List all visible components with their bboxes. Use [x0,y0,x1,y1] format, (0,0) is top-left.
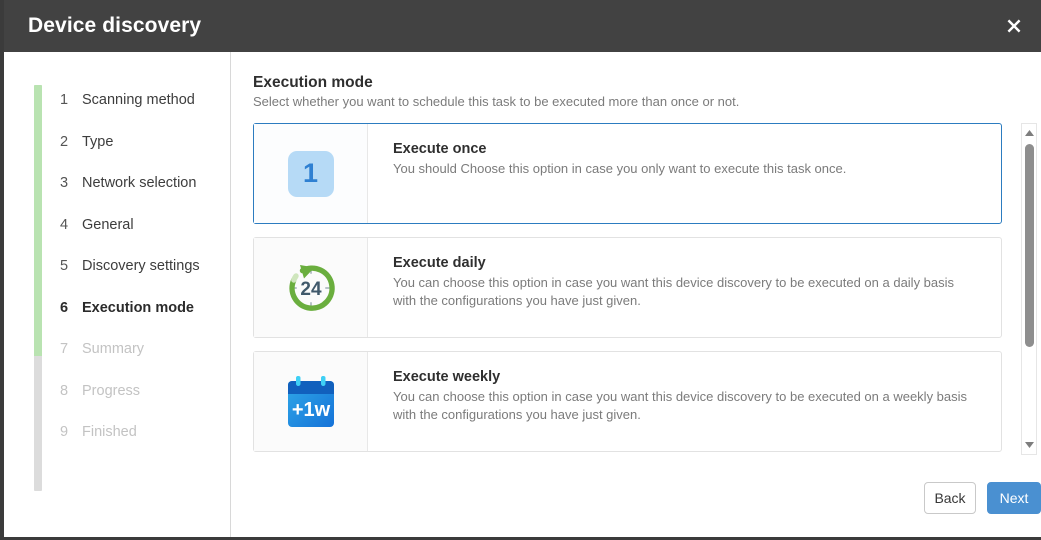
step-label: Finished [82,424,137,440]
sidebar-step-general[interactable]: 4 General [60,217,230,259]
wizard-sidebar: 1 Scanning method 2 Type 3 Network selec… [4,52,231,537]
step-number: 8 [60,383,82,399]
sidebar-step-summary: 7 Summary [60,341,230,383]
execution-mode-options-list: 1 Execute once You should Choose this op… [253,123,1002,455]
step-label: Execution mode [82,300,194,316]
option-icon-cell: +1w [254,352,368,451]
option-title: Execute once [393,141,981,157]
step-label: Type [82,134,113,150]
option-description: You can choose this option in case you w… [393,274,978,311]
sidebar-step-progress: 8 Progress [60,383,230,425]
step-number: 3 [60,175,82,191]
option-text-cell: Execute weekly You can choose this optio… [368,352,1001,451]
option-card-execute-weekly[interactable]: +1w Execute weekly You can choose this o… [253,351,1002,452]
option-text-cell: Execute daily You can choose this option… [368,238,1001,337]
twenty-four-hour-cycle-icon: 24 [282,259,340,317]
triangle-up-icon[interactable] [1022,126,1036,140]
step-label: Summary [82,341,144,357]
back-button[interactable]: Back [924,482,976,514]
wizard-progress-track [34,85,42,491]
close-icon[interactable] [987,0,1041,52]
dialog-body: 1 Scanning method 2 Type 3 Network selec… [4,52,1041,537]
calendar-plus-one-week-icon: +1w [284,374,338,430]
step-number: 2 [60,134,82,150]
option-title: Execute daily [393,255,981,271]
step-number: 7 [60,341,82,357]
dialog-footer: Back Next [231,459,1041,537]
step-label: General [82,217,134,233]
sidebar-step-network-selection[interactable]: 3 Network selection [60,175,230,217]
sidebar-step-execution-mode[interactable]: 6 Execution mode [60,300,230,342]
triangle-down-icon[interactable] [1022,438,1036,452]
step-label: Network selection [82,175,196,191]
step-label: Discovery settings [82,258,200,274]
svg-text:24: 24 [300,279,322,300]
sidebar-step-type[interactable]: 2 Type [60,134,230,176]
page-subtitle: Select whether you want to schedule this… [253,94,739,109]
step-number: 1 [60,92,82,108]
number-one-badge-icon: 1 [288,151,334,197]
dialog-title: Device discovery [28,14,201,38]
sidebar-step-discovery-settings[interactable]: 5 Discovery settings [60,258,230,300]
dialog-titlebar: Device discovery [4,0,1041,52]
option-text-cell: Execute once You should Choose this opti… [368,124,1001,223]
next-button[interactable]: Next [987,482,1041,514]
step-number: 9 [60,424,82,440]
wizard-step-list: 1 Scanning method 2 Type 3 Network selec… [60,92,230,466]
options-scrollbar[interactable] [1021,123,1037,455]
option-card-execute-daily[interactable]: 24 Execute daily You can choose this opt… [253,237,1002,338]
step-label: Scanning method [82,92,195,108]
page-title: Execution mode [253,74,739,92]
step-number: 5 [60,258,82,274]
option-title: Execute weekly [393,369,981,385]
step-label: Progress [82,383,140,399]
device-discovery-dialog: Device discovery 1 Scanning method 2 Typ… [0,0,1041,540]
wizard-main-panel: Execution mode Select whether you want t… [231,52,1041,537]
sidebar-step-finished: 9 Finished [60,424,230,466]
wizard-progress-fill [34,85,42,356]
section-header: Execution mode Select whether you want t… [253,74,739,109]
step-number: 6 [60,300,82,316]
scrollbar-thumb[interactable] [1025,144,1034,347]
option-description: You should Choose this option in case yo… [393,160,978,178]
option-icon-cell: 1 [254,124,368,223]
execution-mode-options-scroll-area: 1 Execute once You should Choose this op… [253,123,1024,455]
step-number: 4 [60,217,82,233]
option-icon-cell: 24 [254,238,368,337]
option-card-execute-once[interactable]: 1 Execute once You should Choose this op… [253,123,1002,224]
sidebar-step-scanning-method[interactable]: 1 Scanning method [60,92,230,134]
svg-text:+1w: +1w [291,399,330,421]
option-description: You can choose this option in case you w… [393,388,978,425]
